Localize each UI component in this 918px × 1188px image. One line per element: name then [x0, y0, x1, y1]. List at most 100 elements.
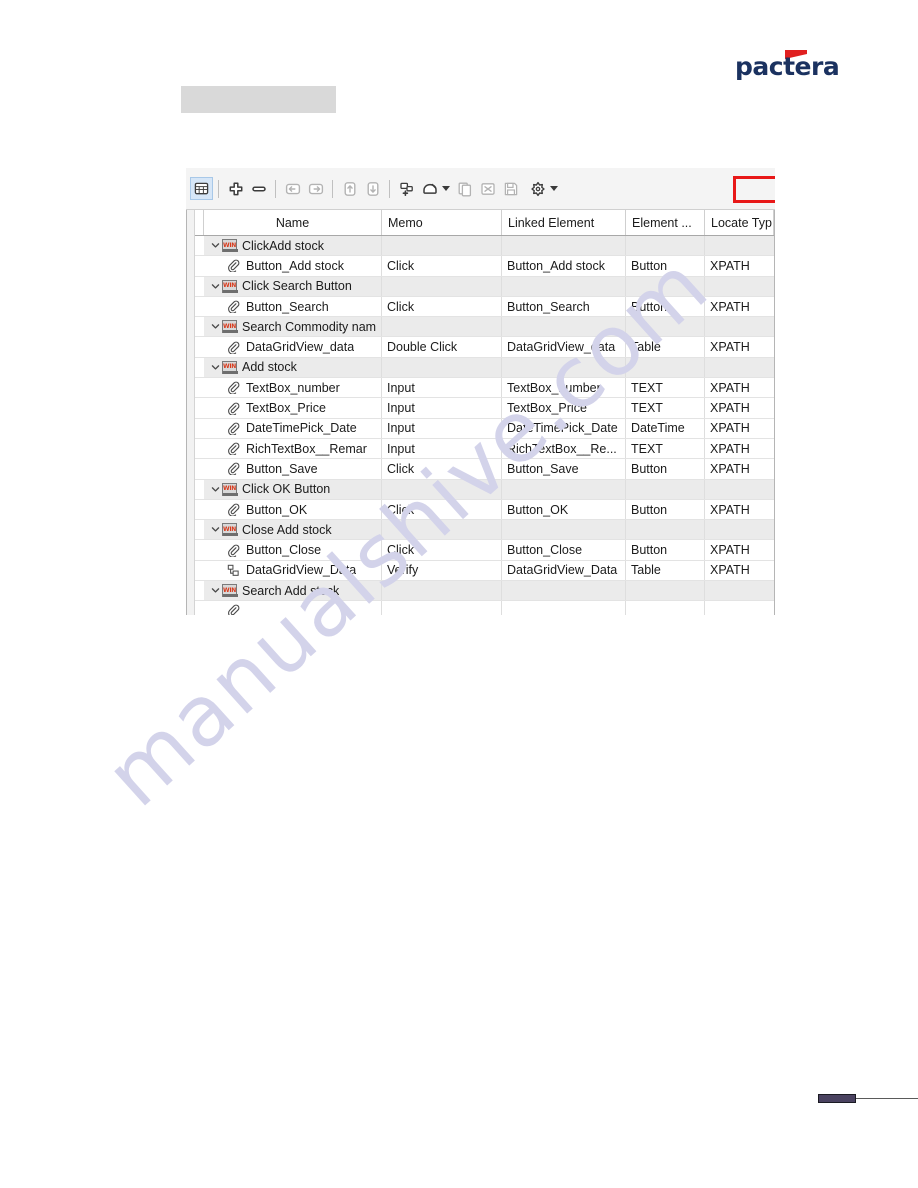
cell-element-type[interactable]: Button	[626, 256, 705, 276]
column-header-element-type[interactable]: Element ...	[626, 210, 705, 235]
cell-name[interactable]: WIN Click Search Button	[204, 276, 382, 296]
column-header-linked-element[interactable]: Linked Element	[502, 210, 626, 235]
cell-locate-type[interactable]	[705, 601, 774, 615]
chevron-down-icon[interactable]	[209, 363, 222, 372]
grid-step-row[interactable]: RichTextBox__Remar Input RichTextBox__Re..…	[187, 438, 774, 460]
grid-step-row[interactable]: Button_Save Click Button_Save Button XPATH	[187, 459, 774, 480]
cell-element-type[interactable]	[626, 581, 705, 601]
grid-step-row[interactable]	[187, 601, 774, 615]
cell-memo[interactable]: Input	[382, 398, 502, 418]
cell-memo[interactable]	[382, 317, 502, 337]
grid-group-row[interactable]: WIN Click OK Button	[187, 479, 774, 500]
cell-name[interactable]: WIN Close Add stock	[204, 520, 382, 540]
grid-step-row[interactable]: TextBox_number Input TextBox_number TEXT XPA…	[187, 378, 774, 399]
indent-icon[interactable]	[304, 177, 327, 200]
cell-element-type[interactable]	[626, 520, 705, 540]
cell-locate-type[interactable]: XPATH	[705, 540, 774, 559]
cell-linked-element[interactable]: Button_Search	[502, 296, 626, 317]
column-header-name[interactable]: Name	[204, 210, 382, 235]
cell-memo[interactable]	[382, 276, 502, 296]
cell-name[interactable]: RichTextBox__Remar	[204, 438, 382, 459]
cell-locate-type[interactable]	[705, 317, 774, 336]
add-row-icon[interactable]	[224, 177, 247, 200]
cell-element-type[interactable]: TEXT	[626, 438, 705, 459]
cell-locate-type[interactable]: XPATH	[705, 398, 774, 417]
cell-memo[interactable]	[382, 601, 502, 615]
cell-linked-element[interactable]	[502, 276, 626, 296]
cell-linked-element[interactable]: Button_Save	[502, 459, 626, 479]
cell-element-type[interactable]: TEXT	[626, 398, 705, 418]
cell-memo[interactable]	[382, 236, 502, 256]
plugin-dropdown-caret-icon[interactable]	[550, 186, 558, 191]
chevron-down-icon[interactable]	[209, 241, 222, 250]
cell-locate-type[interactable]: XPATH	[705, 256, 774, 275]
grid-step-row[interactable]: Button_Add stock Click Button_Add stock But…	[187, 256, 774, 277]
remove-row-icon[interactable]	[247, 177, 270, 200]
cell-element-type[interactable]: Button	[626, 499, 705, 520]
cell-linked-element[interactable]	[502, 357, 626, 378]
cell-locate-type[interactable]	[705, 520, 774, 539]
cell-name[interactable]: Button_OK	[204, 499, 382, 520]
cell-name[interactable]: Button_Search	[204, 296, 382, 317]
cell-locate-type[interactable]	[705, 480, 774, 499]
cell-element-type[interactable]	[626, 236, 705, 256]
grid-group-row[interactable]: WIN Add stock	[187, 357, 774, 379]
cell-name[interactable]: Button_Close	[204, 540, 382, 560]
cell-memo[interactable]: Verify	[382, 560, 502, 581]
grid-step-row[interactable]: DateTimePick_Date Input DateTimePick_Date D…	[187, 418, 774, 439]
move-down-icon[interactable]	[361, 177, 384, 200]
cell-memo[interactable]: Click	[382, 499, 502, 520]
cell-locate-type[interactable]	[705, 581, 774, 600]
cell-linked-element[interactable]: TextBox_Price	[502, 398, 626, 418]
cell-element-type[interactable]: Button	[626, 459, 705, 479]
cell-element-type[interactable]	[626, 601, 705, 615]
save-icon[interactable]	[499, 177, 522, 200]
chevron-down-icon[interactable]	[209, 322, 222, 331]
grid-group-row[interactable]: WIN Search Commodity nam	[187, 317, 774, 338]
cell-name[interactable]: WIN Search Add stock	[204, 581, 382, 601]
cell-name[interactable]: WIN Add stock	[204, 357, 382, 378]
cell-locate-type[interactable]: XPATH	[705, 378, 774, 397]
cell-linked-element[interactable]: TextBox_number	[502, 378, 626, 398]
cell-element-type[interactable]: Button	[626, 296, 705, 317]
cell-linked-element[interactable]: Button_Close	[502, 540, 626, 560]
cell-linked-element[interactable]	[502, 236, 626, 256]
grid-group-row[interactable]: WIN Click Search Button	[187, 276, 774, 297]
cell-name[interactable]: WIN Search Commodity nam	[204, 317, 382, 337]
cell-locate-type[interactable]: XPATH	[705, 500, 774, 519]
cell-memo[interactable]: Input	[382, 418, 502, 438]
cell-linked-element[interactable]: Button_OK	[502, 499, 626, 520]
record-icon[interactable]	[418, 177, 441, 200]
chevron-down-icon[interactable]	[209, 586, 222, 595]
cell-name[interactable]: WIN ClickAdd stock	[204, 236, 382, 256]
chevron-down-icon[interactable]	[209, 525, 222, 534]
cell-name[interactable]: TextBox_Price	[204, 398, 382, 418]
cell-name[interactable]: TextBox_number	[204, 378, 382, 398]
cell-element-type[interactable]: DateTime	[626, 418, 705, 438]
cell-memo[interactable]	[382, 357, 502, 378]
chevron-down-icon[interactable]	[209, 485, 222, 494]
cell-memo[interactable]	[382, 581, 502, 601]
cell-name[interactable]: DataGridView_Data	[204, 560, 382, 581]
cell-locate-type[interactable]	[705, 277, 774, 296]
grid-group-row[interactable]: WIN Search Add stock	[187, 581, 774, 602]
cell-element-type[interactable]	[626, 357, 705, 378]
cell-memo[interactable]: Input	[382, 378, 502, 398]
outdent-icon[interactable]	[281, 177, 304, 200]
cell-locate-type[interactable]: XPATH	[705, 419, 774, 438]
cell-element-type[interactable]: Table	[626, 560, 705, 581]
grid-step-row[interactable]: Button_Search Click Button_Search Button XPA…	[187, 296, 774, 318]
grid-step-row[interactable]: TextBox_Price Input TextBox_Price TEXT XPATH	[187, 398, 774, 419]
cell-element-type[interactable]: Button	[626, 540, 705, 560]
cell-locate-type[interactable]	[705, 236, 774, 255]
cell-locate-type[interactable]: XPATH	[705, 561, 774, 580]
column-header-memo[interactable]: Memo	[382, 210, 502, 235]
cell-linked-element[interactable]	[502, 581, 626, 601]
cell-memo[interactable]	[382, 520, 502, 540]
cell-memo[interactable]: Click	[382, 459, 502, 479]
grid-step-row[interactable]: DataGridView_Data Verify DataGridView_Data…	[187, 560, 774, 582]
move-up-icon[interactable]	[338, 177, 361, 200]
grid-step-row[interactable]: Button_Close Click Button_Close Button XPATH	[187, 540, 774, 561]
copy-icon[interactable]	[453, 177, 476, 200]
cell-linked-element[interactable]: Button_Add stock	[502, 256, 626, 276]
